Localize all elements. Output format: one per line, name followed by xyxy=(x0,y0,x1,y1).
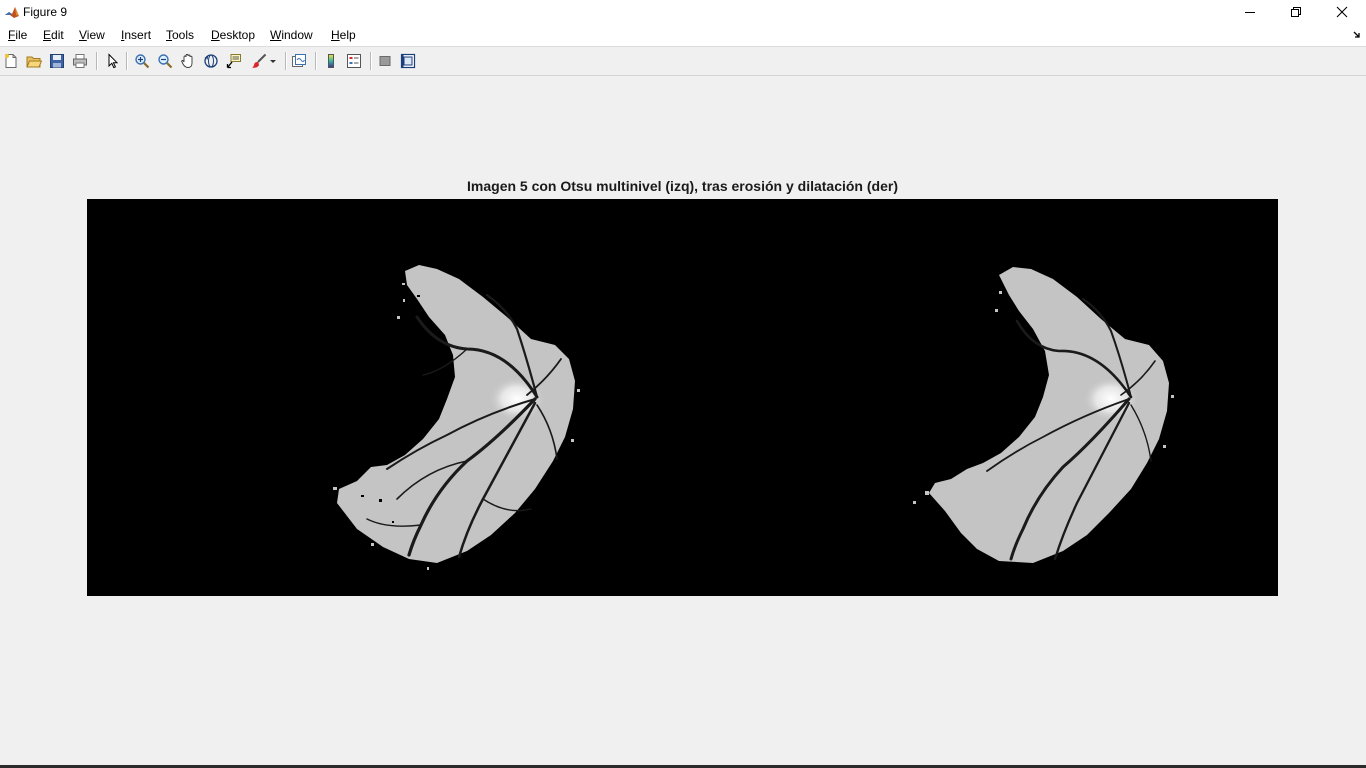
open-file-icon xyxy=(26,56,42,68)
pan-icon xyxy=(181,54,193,68)
dock-figure-icon[interactable] xyxy=(1352,30,1362,40)
pan-button[interactable] xyxy=(179,52,197,70)
otsu-multilevel-segmented-retina xyxy=(333,265,580,570)
print-figure-icon xyxy=(73,54,87,68)
zoom-out-button[interactable] xyxy=(156,52,174,70)
brush-button[interactable] xyxy=(250,52,268,70)
hide-plot-tools-button[interactable] xyxy=(376,52,394,70)
open-file-button[interactable] xyxy=(25,52,43,70)
close-button[interactable] xyxy=(1319,0,1365,24)
insert-legend-icon xyxy=(347,54,361,68)
axes-title: Imagen 5 con Otsu multinivel (izq), tras… xyxy=(467,178,898,194)
chevron-down-icon xyxy=(270,60,276,63)
new-figure-button[interactable] xyxy=(2,52,20,70)
insert-colorbar-button[interactable] xyxy=(322,52,340,70)
title-bar[interactable]: Figure 9 xyxy=(0,0,1366,24)
insert-colorbar-icon xyxy=(328,54,334,68)
menu-desktop[interactable]: Desktop xyxy=(211,28,255,42)
toolbar-separator xyxy=(96,52,98,70)
menu-help[interactable]: Help xyxy=(331,28,356,42)
link-plot-icon xyxy=(292,54,306,67)
hide-plot-tools-icon xyxy=(379,56,391,66)
link-plot-button[interactable] xyxy=(290,52,308,70)
show-plot-tools-button[interactable] xyxy=(399,52,417,70)
rotate-3d-button[interactable] xyxy=(202,52,220,70)
retina-images xyxy=(333,265,1174,570)
minimize-button[interactable] xyxy=(1227,0,1273,24)
edit-plot-icon xyxy=(108,53,119,69)
print-figure-button[interactable] xyxy=(71,52,89,70)
new-figure-icon xyxy=(5,54,17,68)
insert-legend-button[interactable] xyxy=(345,52,363,70)
restore-button[interactable] xyxy=(1273,0,1319,24)
rotate-3d-icon xyxy=(204,54,218,68)
toolbar-separator xyxy=(126,52,128,70)
menu-edit[interactable]: Edit xyxy=(43,28,64,42)
zoom-in-icon xyxy=(135,54,150,69)
zoom-out-icon xyxy=(158,54,173,69)
data-cursor-button[interactable] xyxy=(225,52,243,70)
matlab-logo-icon xyxy=(4,4,20,20)
menu-bar: File Edit View Insert Tools Desktop Wind… xyxy=(0,24,1366,47)
minimize-icon xyxy=(1245,12,1255,13)
brush-icon xyxy=(252,53,267,68)
window-title: Figure 9 xyxy=(23,5,68,19)
toolbar-separator xyxy=(315,52,317,70)
figure-canvas[interactable]: Imagen 5 con Otsu multinivel (izq), tras… xyxy=(0,76,1366,766)
save-figure-button[interactable] xyxy=(48,52,66,70)
zoom-in-button[interactable] xyxy=(133,52,151,70)
figure-window: Figure 9 File Edit View Insert Tools Des… xyxy=(0,0,1366,768)
eroded-dilated-retina xyxy=(913,267,1174,563)
edit-plot-button[interactable] xyxy=(103,52,121,70)
figure-toolbar xyxy=(0,47,1366,76)
menu-view[interactable]: View xyxy=(79,28,105,42)
show-plot-tools-icon xyxy=(400,53,416,69)
restore-icon xyxy=(1291,7,1301,17)
toolbar-separator xyxy=(370,52,372,70)
toolbar-separator xyxy=(285,52,287,70)
menu-insert[interactable]: Insert xyxy=(121,28,151,42)
save-figure-icon xyxy=(50,54,64,68)
brush-dropdown-button[interactable] xyxy=(268,52,278,70)
menu-window[interactable]: Window xyxy=(270,28,313,42)
image-axes[interactable] xyxy=(87,199,1278,596)
data-cursor-icon xyxy=(226,54,241,69)
menu-file[interactable]: File xyxy=(8,28,27,42)
menu-tools[interactable]: Tools xyxy=(166,28,194,42)
close-icon xyxy=(1336,6,1348,18)
